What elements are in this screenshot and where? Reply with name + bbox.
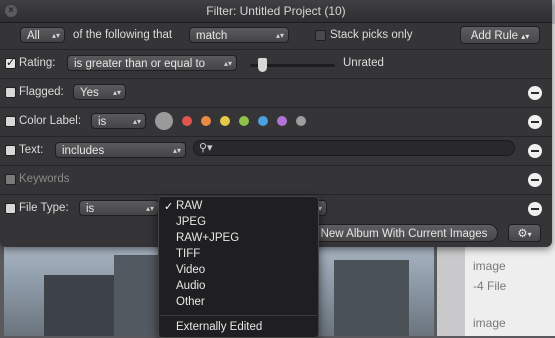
rating-value-label: Unrated — [343, 57, 384, 69]
flagged-checkbox[interactable] — [5, 87, 16, 98]
background-list-item: image — [473, 316, 506, 330]
stack-picks-checkbox[interactable] — [315, 30, 326, 41]
flagged-label: Flagged: — [19, 86, 64, 98]
color-swatch[interactable] — [277, 116, 287, 126]
rule-keywords: Keywords — [0, 166, 552, 195]
file-type-checkbox[interactable] — [5, 203, 16, 214]
popup-arrow-icon: ▴▾ — [51, 31, 60, 40]
menu-item-selected[interactable]: ✓ RAW — [159, 200, 316, 213]
remove-rule-keywords-button[interactable] — [528, 173, 542, 187]
match-mode-popup[interactable]: match ▴▾ — [189, 27, 289, 43]
color-swatch[interactable] — [155, 112, 173, 130]
popup-arrow-icon: ▴▾ — [145, 204, 154, 213]
color-label-operator-popup[interactable]: is ▴▾ — [91, 113, 146, 129]
background-list-item: image — [473, 259, 506, 273]
remove-rule-color-label-button[interactable] — [528, 115, 542, 129]
popup-arrow-icon: ▴▾ — [132, 117, 141, 126]
of-following-label: of the following that — [73, 29, 173, 41]
color-swatch[interactable] — [220, 116, 230, 126]
color-swatch[interactable] — [201, 116, 211, 126]
menu-item[interactable]: Audio — [176, 280, 205, 292]
match-scope-label: All — [27, 30, 40, 42]
menu-item[interactable]: TIFF — [176, 248, 200, 260]
text-label: Text: — [19, 144, 44, 156]
menu-item[interactable]: RAW+JPEG — [176, 232, 239, 244]
file-type-menu: ✓ RAW JPEG RAW+JPEG TIFF Video Audio Oth… — [158, 196, 319, 338]
rating-slider-thumb[interactable] — [258, 58, 267, 72]
gear-icon: ⚙ — [517, 228, 528, 240]
flagged-value-popup[interactable]: Yes ▴▾ — [73, 84, 126, 100]
text-operator-popup[interactable]: includes ▴▾ — [55, 142, 186, 158]
color-swatch[interactable] — [182, 116, 192, 126]
text-checkbox[interactable] — [5, 145, 16, 156]
popup-arrow-icon: ▴▾ — [521, 32, 530, 41]
menu-item[interactable]: JPEG — [176, 216, 206, 228]
menu-separator — [160, 315, 317, 316]
remove-rule-text-button[interactable] — [528, 144, 542, 158]
rule-color-label: Color Label: is ▴▾ — [0, 108, 552, 137]
action-menu-button[interactable]: ⚙▾ — [508, 224, 541, 242]
file-type-label: File Type: — [19, 202, 69, 214]
new-album-label: New Album With Current Images — [320, 228, 488, 240]
match-scope-popup[interactable]: All ▴▾ — [20, 27, 65, 43]
file-type-operator-label: is — [86, 203, 95, 215]
add-rule-button[interactable]: Add Rule ▴▾ — [460, 26, 540, 44]
color-label-label: Color Label: — [19, 115, 82, 127]
add-rule-label: Add Rule — [470, 30, 519, 42]
remove-rule-file-type-button[interactable] — [528, 202, 542, 216]
menu-item[interactable]: Other — [176, 296, 205, 308]
popup-arrow-icon: ▴▾ — [223, 59, 232, 68]
color-label-operator-label: is — [98, 116, 107, 128]
rating-operator-popup[interactable]: is greater than or equal to ▴▾ — [67, 55, 237, 71]
background-list-item: -4 File — [473, 279, 507, 293]
rating-operator-label: is greater than or equal to — [74, 58, 206, 70]
popup-arrow-icon: ▴▾ — [112, 88, 121, 97]
stack-picks-label: Stack picks only — [330, 29, 413, 41]
text-operator-label: includes — [62, 145, 105, 157]
match-row: All ▴▾ of the following that match ▴▾ Stac… — [0, 23, 552, 50]
search-icon: ⚲▾ — [199, 142, 213, 154]
keywords-checkbox[interactable] — [5, 174, 16, 185]
menu-item-label: RAW — [176, 200, 203, 212]
popup-arrow-icon: ▴▾ — [275, 31, 284, 40]
file-type-operator-popup[interactable]: is ▴▾ — [79, 200, 159, 216]
popup-arrow-icon: ▴▾ — [172, 146, 181, 155]
menu-item[interactable]: Externally Edited — [176, 321, 262, 333]
remove-rule-flagged-button[interactable] — [528, 86, 542, 100]
window-title: Filter: Untitled Project (10) — [206, 4, 346, 18]
menu-item[interactable]: Video — [176, 264, 205, 276]
color-swatch[interactable] — [296, 116, 306, 126]
keywords-label: Keywords — [19, 173, 70, 185]
match-mode-label: match — [196, 30, 228, 42]
rating-label: Rating: — [19, 57, 56, 69]
color-swatch[interactable] — [239, 116, 249, 126]
text-search-field[interactable]: ⚲▾ — [193, 140, 515, 156]
color-label-checkbox[interactable] — [5, 116, 16, 127]
chevron-down-icon: ▾ — [527, 230, 532, 239]
flagged-value-label: Yes — [80, 87, 99, 99]
rule-flagged: Flagged: Yes ▴▾ — [0, 79, 552, 108]
rule-rating: Rating: is greater than or equal to ▴▾ Un… — [0, 50, 552, 79]
new-album-button[interactable]: New Album With Current Images — [300, 224, 498, 242]
rating-checkbox[interactable] — [5, 56, 16, 69]
checkmark-icon: ✓ — [164, 201, 174, 213]
color-swatch[interactable] — [258, 116, 268, 126]
